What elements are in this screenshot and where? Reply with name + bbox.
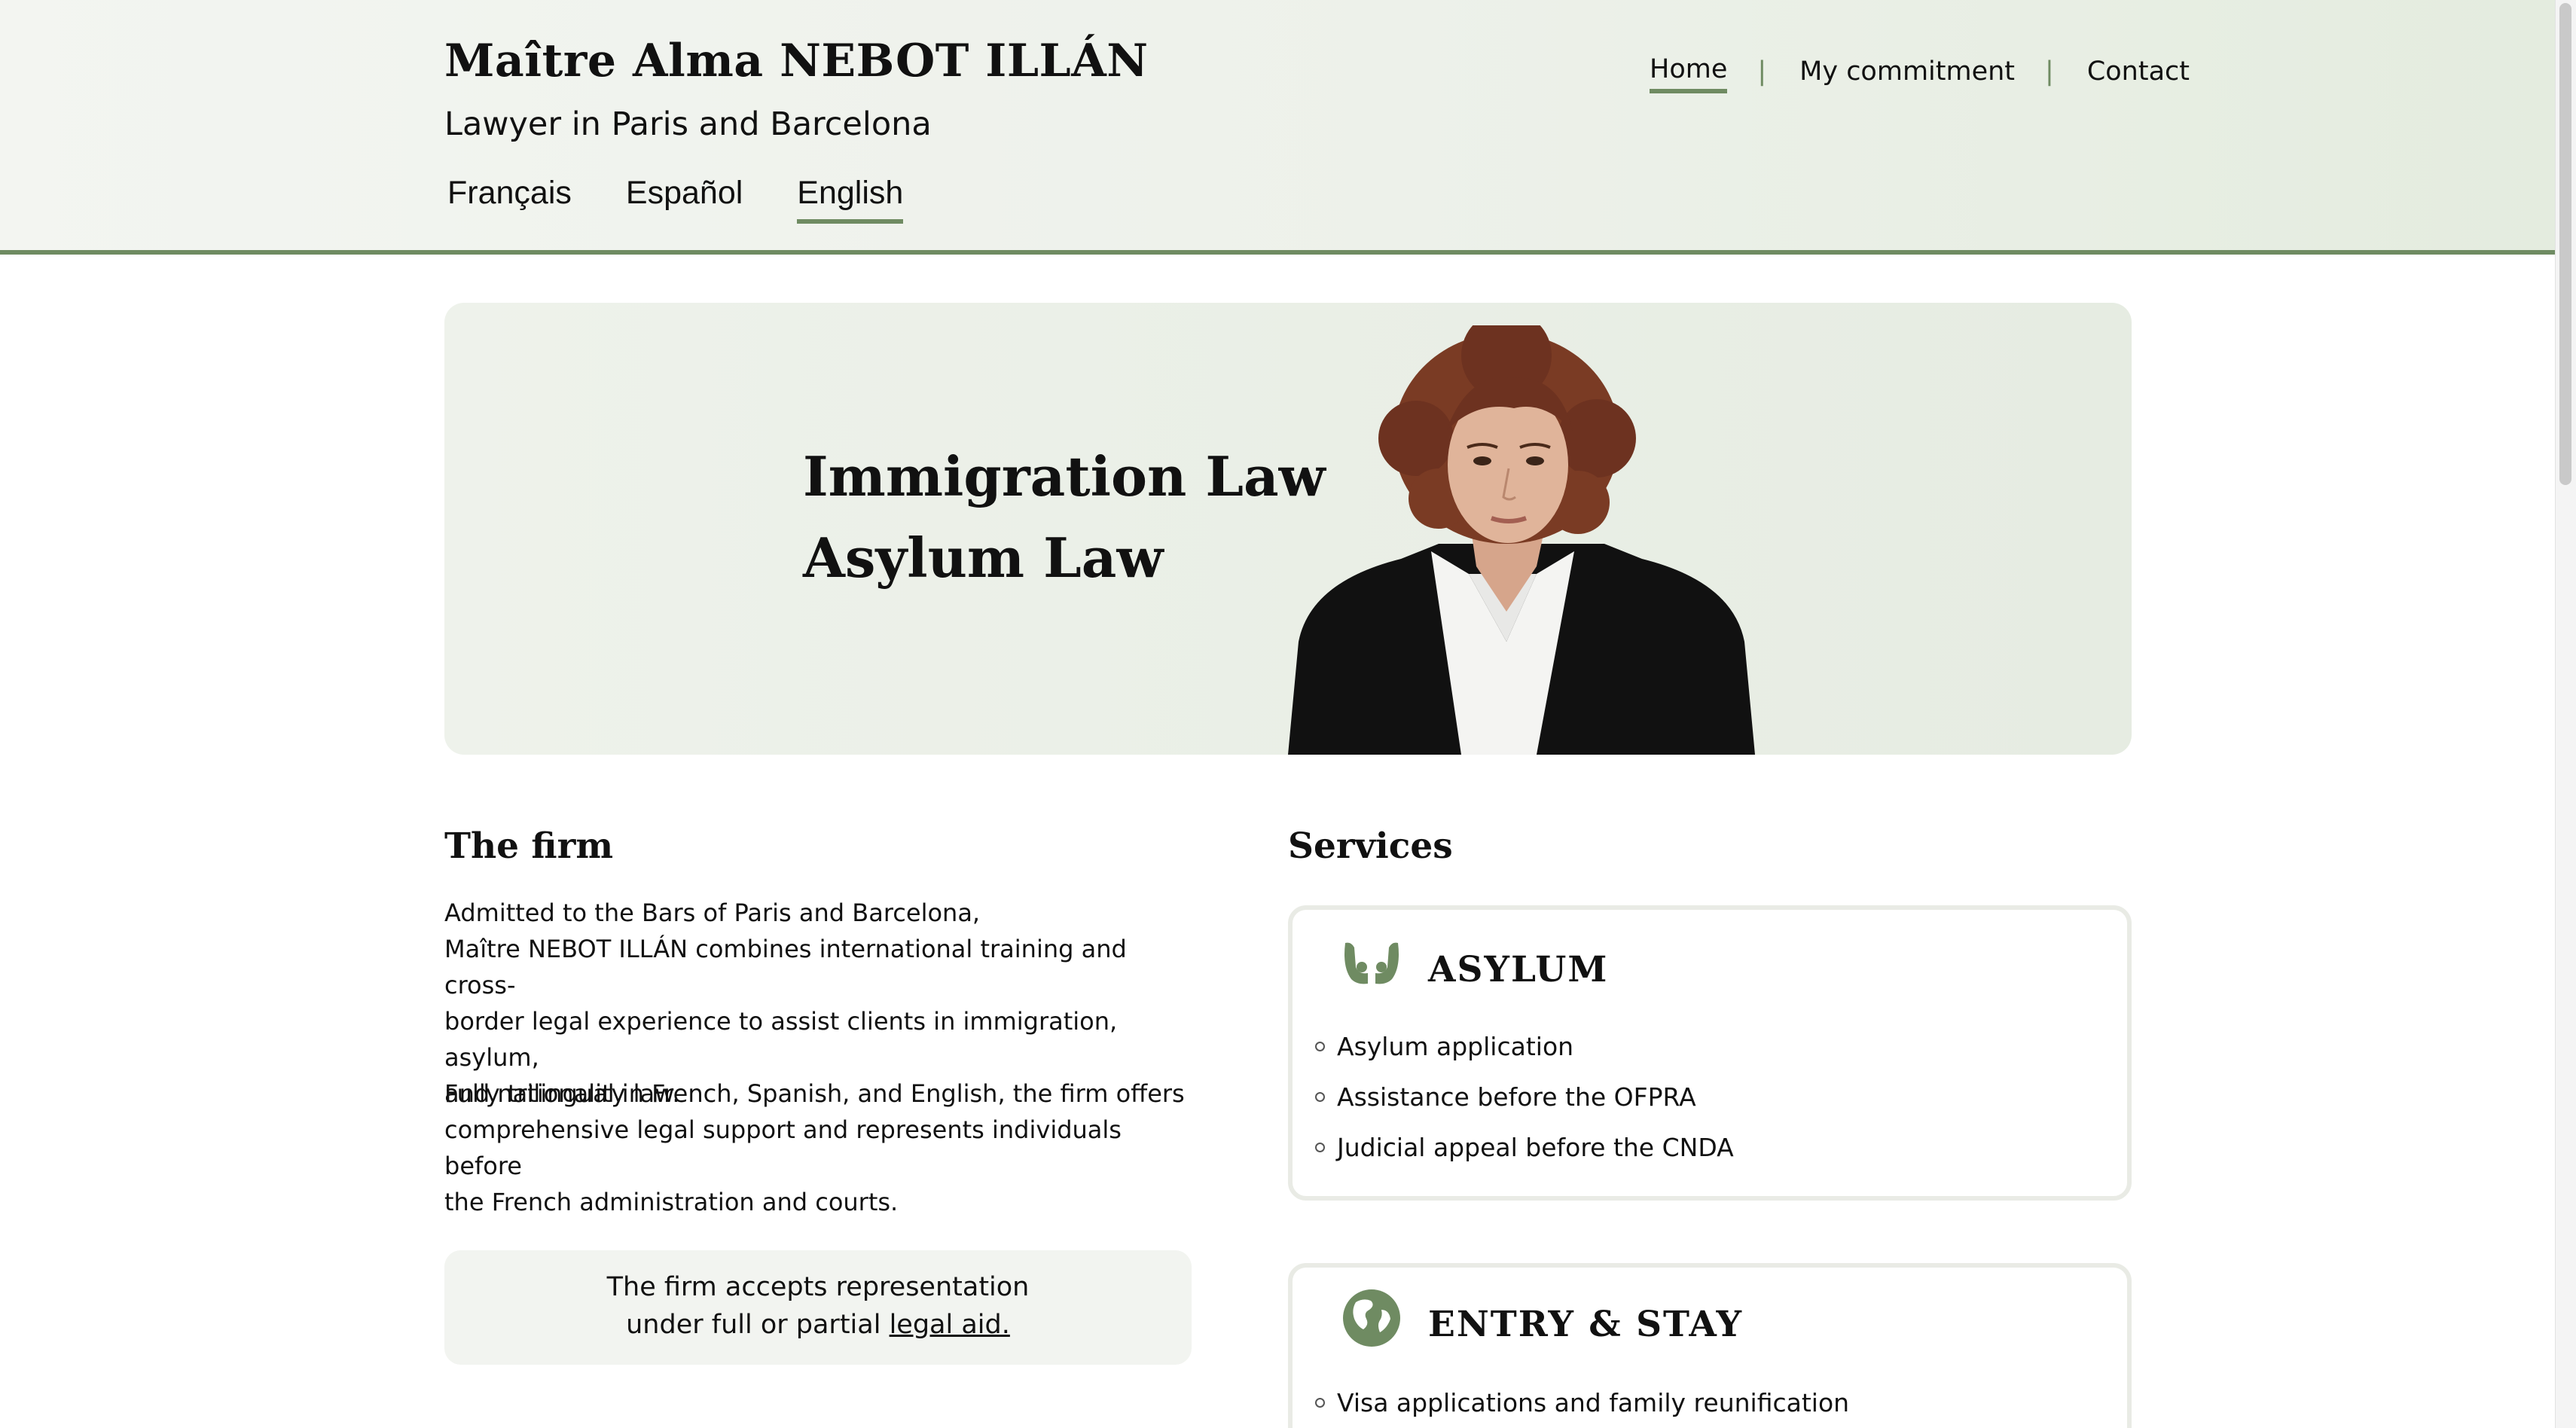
site-title[interactable]: Maître Alma NEBOT ILLÁN <box>444 35 1149 87</box>
bullet-icon <box>1315 1042 1325 1051</box>
nav-contact[interactable]: Contact <box>2087 56 2190 91</box>
paragraph-line: the French administration and courts. <box>444 1188 899 1216</box>
service-list: Visa applications and family reunificati… <box>1315 1378 1849 1428</box>
list-item: Visa applications and family reunificati… <box>1315 1378 1849 1428</box>
legal-aid-line-2: under full or partial legal aid. <box>444 1306 1192 1344</box>
list-item: Asylum application <box>1315 1021 1734 1072</box>
language-option-french[interactable]: Français <box>447 175 572 224</box>
legal-aid-text: under full or partial <box>626 1310 890 1340</box>
paragraph-line: Fully trilingual in French, Spanish, and… <box>444 1079 1185 1108</box>
paragraph-line: Admitted to the Bars of Paris and Barcel… <box>444 899 981 927</box>
language-option-english[interactable]: English <box>797 175 904 224</box>
bullet-icon <box>1315 1143 1325 1152</box>
service-card-asylum: ASYLUM Asylum application Assistance bef… <box>1288 905 2132 1201</box>
list-item-text: Judicial appeal before the CNDA <box>1337 1133 1734 1162</box>
scrollbar-thumb[interactable] <box>2559 3 2571 485</box>
hero-line-asylum: Asylum Law <box>803 526 1164 590</box>
legal-aid-notice: The firm accepts representation under fu… <box>444 1250 1192 1365</box>
language-switcher: Français Español English <box>447 175 904 224</box>
services-section-title: Services <box>1288 825 1453 867</box>
legal-aid-link[interactable]: legal aid. <box>890 1310 1010 1340</box>
main-nav: Home | My commitment | Contact <box>1650 54 2555 93</box>
language-option-spanish[interactable]: Español <box>626 175 743 224</box>
nav-my-commitment[interactable]: My commitment <box>1799 56 2015 91</box>
bullet-icon <box>1315 1398 1325 1408</box>
hands-icon <box>1344 942 1399 984</box>
service-card-entry-stay: ENTRY & STAY Visa applications and famil… <box>1288 1263 2132 1428</box>
hero-line-immigration: Immigration Law <box>803 444 1326 508</box>
nav-home[interactable]: Home <box>1650 54 1728 93</box>
legal-aid-line-1: The firm accepts representation <box>606 1272 1030 1302</box>
paragraph-line: border legal experience to assist client… <box>444 1007 1118 1072</box>
list-item-text: Visa applications and family reunificati… <box>1337 1388 1850 1417</box>
lawyer-portrait <box>1288 325 1755 755</box>
hero-banner: Immigration Law Asylum Law <box>444 303 2132 755</box>
bullet-icon <box>1315 1092 1325 1102</box>
service-card-title: ASYLUM <box>1428 949 1609 990</box>
firm-section-title: The firm <box>444 825 614 867</box>
list-item: Assistance before the OFPRA <box>1315 1072 1734 1122</box>
paragraph-line: comprehensive legal support and represen… <box>444 1115 1122 1180</box>
page-scrollbar[interactable] <box>2555 0 2576 1428</box>
list-item-text: Assistance before the OFPRA <box>1337 1082 1696 1112</box>
site-subtitle: Lawyer in Paris and Barcelona <box>444 105 932 143</box>
list-item-text: Asylum application <box>1337 1032 1574 1061</box>
service-list: Asylum application Assistance before the… <box>1315 1021 1734 1173</box>
list-item: Judicial appeal before the CNDA <box>1315 1122 1734 1173</box>
paragraph-line: Maître NEBOT ILLÁN combines internationa… <box>444 935 1127 999</box>
nav-separator: | <box>1757 56 1767 87</box>
service-card-title: ENTRY & STAY <box>1428 1304 1744 1345</box>
globe-icon <box>1343 1289 1400 1347</box>
nav-separator: | <box>2045 56 2054 87</box>
site-header: Maître Alma NEBOT ILLÁN Lawyer in Paris … <box>0 0 2555 255</box>
firm-paragraph-2: Fully trilingual in French, Spanish, and… <box>444 1076 1198 1220</box>
